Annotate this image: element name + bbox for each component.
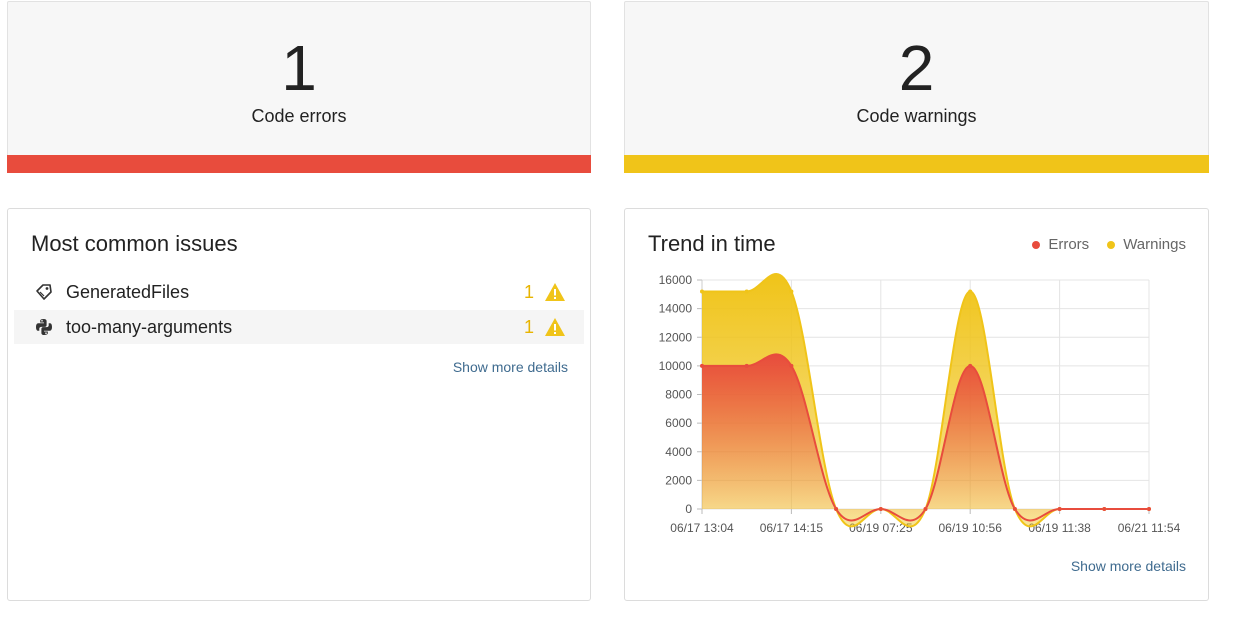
errors-card[interactable]: 1 Code errors: [7, 1, 591, 173]
y-tick-label: 16000: [659, 273, 693, 287]
errors-point: [744, 363, 749, 368]
legend-dot-errors: [1032, 240, 1041, 249]
warnings-point: [789, 289, 794, 294]
tag-icon: [34, 282, 54, 302]
warning-icon: [544, 282, 566, 302]
y-tick-label: 12000: [659, 330, 693, 344]
y-tick-label: 10000: [659, 359, 693, 373]
issue-count: 1: [523, 281, 534, 302]
x-tick-label: 06/17 14:15: [760, 521, 824, 535]
legend-item-errors[interactable]: Errors: [1032, 236, 1089, 253]
y-tick-label: 6000: [665, 416, 692, 430]
errors-point: [834, 507, 839, 511]
issue-name: GeneratedFiles: [66, 281, 190, 302]
issues-panel: Most common issues GeneratedFiles 1 too-…: [7, 208, 591, 601]
trend-panel: 0 2000 4000 6000 8000 10000 12000 14000 16000 06/…: [624, 208, 1209, 601]
errors-point: [923, 507, 928, 511]
errors-point: [1102, 507, 1107, 511]
warnings-point: [700, 289, 704, 294]
warnings-count: 2: [898, 32, 935, 104]
errors-point: [968, 363, 973, 368]
x-tick-label: 06/19 10:56: [938, 521, 1002, 535]
y-tick-label: 8000: [665, 388, 692, 402]
errors-point: [789, 363, 794, 368]
warnings-color-bar: [624, 155, 1209, 173]
y-tick-label: 2000: [665, 473, 692, 487]
legend-label-errors: Errors: [1048, 236, 1090, 253]
y-tick-label: 0: [685, 502, 692, 516]
trend-panel-title: Trend in time: [648, 231, 776, 256]
x-tick-label: 06/17 13:04: [670, 521, 734, 535]
warnings-point: [744, 289, 749, 294]
legend-label-warnings: Warnings: [1123, 236, 1186, 253]
errors-point: [1057, 507, 1062, 511]
errors-color-bar: [7, 155, 591, 173]
errors-point: [1147, 507, 1151, 511]
trend-chart: 0 2000 4000 6000 8000 10000 12000 14000 16000 06/…: [659, 273, 1181, 535]
warnings-point: [968, 289, 973, 294]
issue-row[interactable]: GeneratedFiles 1: [14, 275, 584, 309]
x-tick-label: 06/21 11:54: [1118, 521, 1181, 535]
legend-dot-warnings: [1107, 240, 1116, 249]
errors-label: Code errors: [251, 106, 347, 126]
issue-row[interactable]: too-many-arguments 1: [14, 310, 584, 344]
issue-name: too-many-arguments: [66, 316, 233, 337]
errors-point: [1012, 507, 1017, 511]
y-tick-label: 14000: [659, 302, 693, 316]
warnings-card[interactable]: 2 Code warnings: [624, 1, 1209, 173]
issues-show-more-link[interactable]: Show more details: [453, 359, 568, 375]
python-icon: [34, 317, 54, 337]
trend-show-more-link[interactable]: Show more details: [1071, 558, 1186, 574]
legend-item-warnings[interactable]: Warnings: [1107, 236, 1186, 253]
chart-legend: Errors Warnings: [1032, 236, 1186, 253]
issues-panel-title: Most common issues: [31, 231, 238, 256]
errors-point: [700, 363, 704, 368]
errors-point: [878, 507, 883, 511]
warning-icon: [544, 317, 566, 337]
errors-area: [702, 354, 1149, 521]
warnings-label: Code warnings: [856, 106, 977, 126]
issue-count: 1: [523, 316, 534, 337]
errors-count: 1: [281, 32, 317, 104]
y-tick-label: 4000: [665, 445, 692, 459]
